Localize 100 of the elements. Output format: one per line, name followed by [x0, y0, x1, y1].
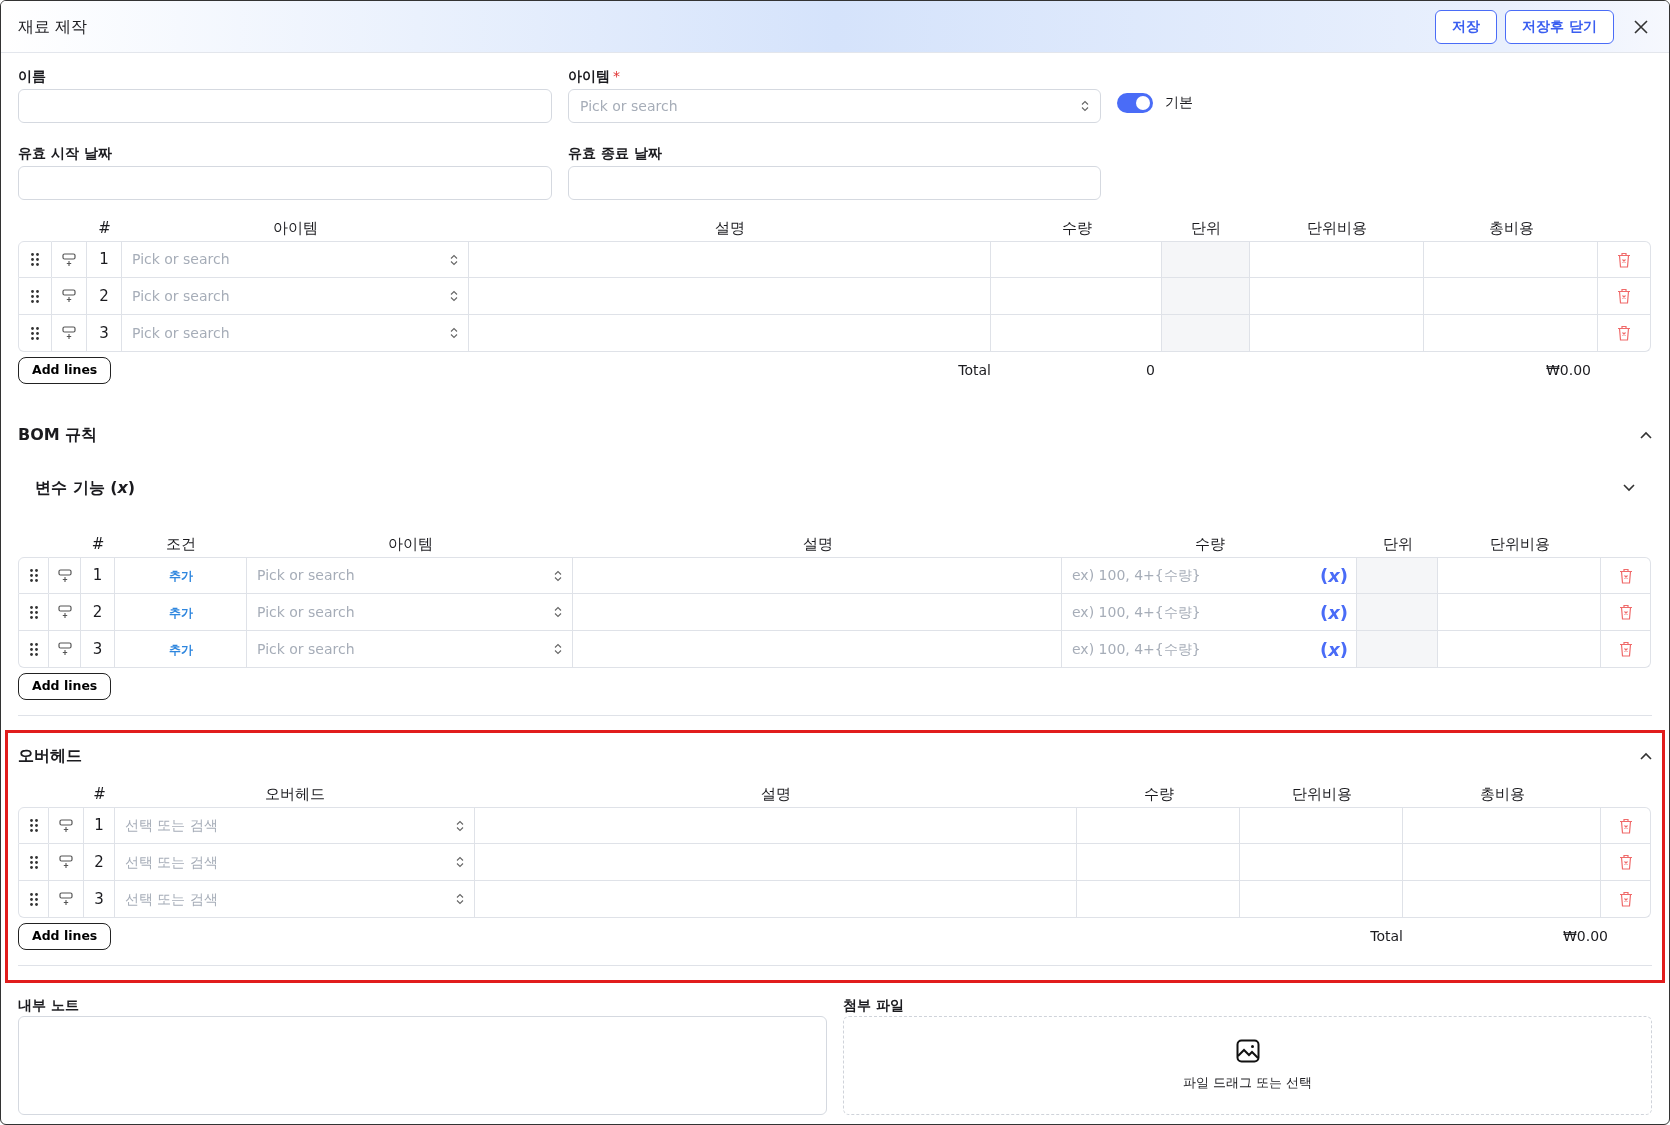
select-input[interactable]: 선택 또는 검색 [125, 815, 450, 836]
quantity-field[interactable]: ex) 100, 4+{수량} (x) [1062, 631, 1357, 668]
quantity-field[interactable] [1077, 807, 1240, 844]
add-lines-button[interactable]: Add lines [18, 922, 112, 950]
total-cost-field[interactable] [1403, 844, 1601, 881]
select-input[interactable]: Pick or search [257, 565, 548, 586]
select-input[interactable]: Pick or search [132, 285, 444, 307]
unit-cost-field[interactable] [1240, 807, 1403, 844]
select-field[interactable]: 선택 또는 검색 [115, 881, 475, 918]
save-button[interactable]: 저장 [1435, 9, 1498, 44]
drag-handle-icon[interactable] [31, 326, 39, 340]
description-field[interactable] [475, 807, 1077, 844]
quantity-field[interactable]: ex) 100, 4+{수량} (x) [1062, 594, 1357, 631]
unit-cost-field[interactable] [1438, 594, 1601, 631]
select-input[interactable]: Pick or search [257, 601, 548, 623]
trash-icon[interactable] [1618, 854, 1633, 870]
total-cost-field[interactable] [1424, 278, 1598, 315]
add-condition-link[interactable]: 추가 [168, 605, 193, 620]
select-field[interactable]: Pick or search [247, 594, 573, 631]
select-chevron-icon[interactable] [1081, 100, 1089, 112]
insert-row-icon[interactable] [59, 818, 73, 833]
select-input[interactable]: 선택 또는 검색 [125, 888, 450, 910]
select-field[interactable]: Pick or search [247, 557, 573, 594]
variable-button[interactable]: (x) [1311, 562, 1356, 589]
select-chevron-icon[interactable] [450, 290, 458, 302]
description-field[interactable] [475, 881, 1077, 918]
select-chevron-icon[interactable] [450, 327, 458, 339]
insert-row-icon[interactable] [59, 855, 73, 869]
quantity-input[interactable]: ex) 100, 4+{수량} [1072, 565, 1312, 586]
drag-handle-icon[interactable] [29, 819, 38, 832]
input-field[interactable] [18, 166, 552, 200]
quantity-field[interactable] [1077, 881, 1240, 918]
trash-icon[interactable] [1617, 325, 1631, 341]
insert-row-icon[interactable] [57, 642, 72, 656]
select-field[interactable]: Pick or search [568, 89, 1101, 123]
trash-icon[interactable] [1618, 817, 1633, 834]
variable-button[interactable]: (x) [1311, 598, 1356, 626]
unit-cost-field[interactable] [1250, 315, 1424, 352]
drag-handle-icon[interactable] [31, 289, 39, 303]
total-cost-field[interactable] [1403, 807, 1601, 844]
notes-field[interactable] [18, 1016, 827, 1115]
select-field[interactable]: 선택 또는 검색 [115, 844, 475, 881]
select-chevron-icon[interactable] [450, 253, 458, 266]
quantity-field[interactable]: ex) 100, 4+{수량} (x) [1062, 557, 1357, 594]
insert-row-icon[interactable] [57, 605, 72, 619]
select-chevron-icon[interactable] [456, 856, 464, 868]
trash-icon[interactable] [1617, 288, 1631, 304]
select-field[interactable]: 선택 또는 검색 [115, 807, 475, 844]
input-field[interactable] [18, 89, 552, 123]
chevron-up-icon[interactable] [1640, 431, 1652, 439]
quantity-field[interactable] [1077, 844, 1240, 881]
select-field[interactable]: Pick or search [122, 315, 469, 352]
chevron-down-icon[interactable] [1623, 484, 1635, 492]
description-field[interactable] [469, 241, 991, 278]
quantity-field[interactable] [991, 241, 1162, 278]
select-chevron-icon[interactable] [554, 606, 562, 618]
description-field[interactable] [573, 594, 1062, 631]
select-input[interactable]: Pick or search [580, 95, 1081, 117]
trash-icon[interactable] [1618, 641, 1633, 657]
select-input[interactable]: Pick or search [132, 249, 444, 270]
select-input[interactable]: Pick or search [132, 322, 444, 344]
description-field[interactable] [573, 631, 1062, 668]
select-field[interactable]: Pick or search [247, 631, 573, 668]
add-condition-link[interactable]: 추가 [168, 642, 193, 657]
insert-row-icon[interactable] [59, 892, 73, 906]
insert-row-icon[interactable] [62, 326, 76, 340]
select-chevron-icon[interactable] [456, 893, 464, 905]
description-field[interactable] [469, 315, 991, 352]
unit-cost-field[interactable] [1250, 241, 1424, 278]
trash-icon[interactable] [1618, 604, 1633, 620]
select-field[interactable]: Pick or search [122, 278, 469, 315]
insert-row-icon[interactable] [57, 568, 72, 583]
add-lines-button[interactable]: Add lines [18, 356, 112, 384]
drag-handle-icon[interactable] [29, 642, 38, 656]
drag-handle-icon[interactable] [31, 253, 39, 266]
toggle-switch[interactable] [1117, 92, 1153, 113]
unit-cost-field[interactable] [1240, 881, 1403, 918]
select-chevron-icon[interactable] [554, 643, 562, 655]
select-chevron-icon[interactable] [456, 819, 464, 832]
description-field[interactable] [469, 278, 991, 315]
chevron-up-icon[interactable] [1640, 752, 1652, 760]
unit-cost-field[interactable] [1250, 278, 1424, 315]
add-condition-link[interactable]: 추가 [168, 569, 193, 583]
trash-icon[interactable] [1618, 891, 1633, 907]
variable-button[interactable]: (x) [1311, 635, 1356, 663]
total-cost-field[interactable] [1424, 241, 1598, 278]
total-cost-field[interactable] [1403, 881, 1601, 918]
drag-handle-icon[interactable] [29, 892, 38, 906]
select-input[interactable]: 선택 또는 검색 [125, 851, 450, 873]
drag-handle-icon[interactable] [29, 855, 38, 869]
insert-row-icon[interactable] [62, 289, 76, 303]
unit-cost-field[interactable] [1438, 557, 1601, 594]
unit-cost-field[interactable] [1438, 631, 1601, 668]
save-close-button[interactable]: 저장후 닫기 [1505, 9, 1614, 44]
drag-handle-icon[interactable] [29, 605, 38, 619]
select-input[interactable]: Pick or search [257, 638, 548, 660]
drag-handle-icon[interactable] [29, 569, 38, 582]
total-cost-field[interactable] [1424, 315, 1598, 352]
add-lines-button[interactable]: Add lines [18, 672, 112, 700]
trash-icon[interactable] [1618, 567, 1633, 584]
